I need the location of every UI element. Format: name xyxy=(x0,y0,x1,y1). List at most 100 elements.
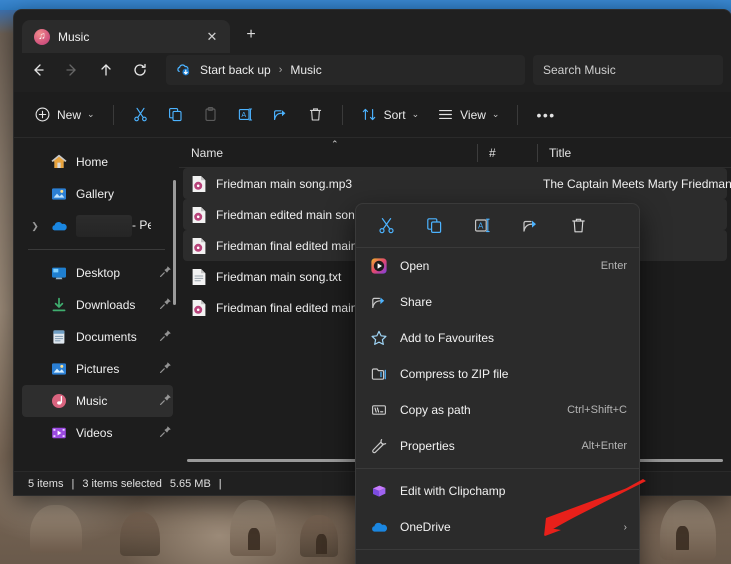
sidebar-scrollbar[interactable] xyxy=(173,180,176,305)
pin-icon[interactable] xyxy=(159,329,173,345)
new-button[interactable]: New ⌄ xyxy=(26,99,103,131)
chevron-right-icon: › xyxy=(624,522,627,533)
delete-button[interactable] xyxy=(299,99,332,131)
column-header-name[interactable]: Name xyxy=(179,138,477,168)
onedrive-backup-icon xyxy=(176,62,192,78)
rename-button[interactable]: A xyxy=(229,99,262,131)
sidebar-item-home[interactable]: Home xyxy=(22,146,173,178)
toolbar-divider xyxy=(113,105,114,125)
desktop-icon xyxy=(50,264,68,282)
chevron-right-icon[interactable]: ❯ xyxy=(28,221,42,232)
close-icon[interactable]: ✕ xyxy=(200,25,224,49)
view-button[interactable]: View ⌄ xyxy=(429,99,507,131)
status-divider: | xyxy=(71,478,74,490)
column-header-title[interactable]: Title xyxy=(537,138,731,168)
navigation-sidebar: Home Gallery ❯ xyxy=(14,138,179,471)
title-bar: ♫ Music ✕ + xyxy=(14,10,731,48)
column-header-number[interactable]: # xyxy=(477,138,537,168)
rename-icon[interactable]: A xyxy=(458,209,506,243)
horizontal-scrollbar-right[interactable] xyxy=(633,459,723,462)
music-note-icon: ♫ xyxy=(34,29,50,45)
sidebar-item-pictures[interactable]: Pictures xyxy=(22,353,173,385)
cut-button[interactable] xyxy=(124,99,157,131)
share-button[interactable] xyxy=(264,99,297,131)
redacted-account-name xyxy=(76,215,132,237)
sidebar-item-gallery[interactable]: Gallery xyxy=(22,178,173,210)
context-menu-label: Add to Favourites xyxy=(400,331,615,345)
clipchamp-icon xyxy=(370,482,388,500)
audio-file-icon xyxy=(191,175,207,193)
view-icon xyxy=(437,106,454,123)
breadcrumb-root[interactable]: Start back up xyxy=(200,63,271,77)
copy-path-icon xyxy=(370,401,388,419)
sidebar-item-onedrive[interactable]: ❯ - Pers xyxy=(22,210,173,242)
file-title: The Captain Meets Marty Friedman xyxy=(543,177,731,191)
forward-button[interactable] xyxy=(56,55,88,85)
sidebar-item-downloads[interactable]: Downloads xyxy=(22,289,173,321)
address-bar[interactable]: Start back up › Music xyxy=(166,55,525,85)
context-menu-item-copy-as-path[interactable]: Copy as path Ctrl+Shift+C xyxy=(356,392,639,428)
pin-icon[interactable] xyxy=(159,425,173,441)
wallpaper-cave-door xyxy=(676,526,689,550)
wrench-icon xyxy=(370,437,388,455)
context-menu-item-compress-to-zip[interactable]: Compress to ZIP file xyxy=(356,356,639,392)
toolbar-divider xyxy=(342,105,343,125)
selection-size: 5.65 MB xyxy=(170,478,211,490)
context-menu-item-edit-with-clipchamp[interactable]: Edit with Clipchamp xyxy=(356,473,639,509)
sort-button[interactable]: Sort ⌄ xyxy=(353,99,428,131)
sort-icon xyxy=(361,106,378,123)
wallpaper-rock xyxy=(120,512,160,556)
paste-button[interactable] xyxy=(194,99,227,131)
pin-icon[interactable] xyxy=(159,361,173,377)
breadcrumb-current[interactable]: Music xyxy=(290,63,321,77)
wallpaper-rock xyxy=(30,505,82,553)
file-name: Friedman final edited main s xyxy=(216,301,367,315)
tab-music[interactable]: ♫ Music ✕ xyxy=(22,20,230,53)
sidebar-item-documents[interactable]: Documents xyxy=(22,321,173,353)
share-icon[interactable] xyxy=(506,209,554,243)
share-icon xyxy=(370,293,388,311)
search-input[interactable]: Search Music xyxy=(533,55,723,85)
media-player-icon xyxy=(370,257,388,275)
context-menu-accelerator: Enter xyxy=(601,260,627,272)
sidebar-item-videos[interactable]: Videos xyxy=(22,417,173,449)
sidebar-item-desktop[interactable]: Desktop xyxy=(22,257,173,289)
table-row[interactable]: Friedman main song.mp3 The Captain Meets… xyxy=(183,168,727,199)
wallpaper-cave-door xyxy=(316,534,327,554)
sidebar-item-label: Home xyxy=(76,155,151,169)
context-menu-item-show-more-options[interactable]: Show more options xyxy=(356,554,639,564)
wallpaper-cave-door xyxy=(248,528,260,550)
context-menu-item-open[interactable]: Open Enter xyxy=(356,248,639,284)
new-button-label: New xyxy=(57,108,81,122)
svg-text:A: A xyxy=(241,110,246,119)
videos-icon xyxy=(50,424,68,442)
context-menu-item-onedrive[interactable]: OneDrive › xyxy=(356,509,639,545)
delete-icon[interactable] xyxy=(554,209,602,243)
plus-circle-icon xyxy=(34,106,51,123)
copy-icon[interactable] xyxy=(410,209,458,243)
refresh-button[interactable] xyxy=(124,55,156,85)
sidebar-item-label: Videos xyxy=(76,426,151,440)
new-tab-button[interactable]: + xyxy=(236,20,266,50)
more-options-button[interactable]: ••• xyxy=(528,99,563,131)
sidebar-item-music[interactable]: Music xyxy=(22,385,173,417)
sidebar-divider xyxy=(28,249,165,250)
pictures-icon xyxy=(50,360,68,378)
pin-icon[interactable] xyxy=(159,393,173,409)
context-menu-item-properties[interactable]: Properties Alt+Enter xyxy=(356,428,639,464)
copy-button[interactable] xyxy=(159,99,192,131)
context-menu-item-add-to-favourites[interactable]: Add to Favourites xyxy=(356,320,639,356)
context-menu: A xyxy=(355,203,640,564)
background-window-strip xyxy=(0,0,731,10)
context-menu-item-share[interactable]: Share xyxy=(356,284,639,320)
up-button[interactable] xyxy=(90,55,122,85)
toolbar-divider xyxy=(517,105,518,125)
pin-icon[interactable] xyxy=(159,265,173,281)
gallery-icon xyxy=(50,185,68,203)
search-placeholder: Search Music xyxy=(543,63,616,77)
pin-icon[interactable] xyxy=(159,297,173,313)
svg-text:A: A xyxy=(478,221,484,230)
cut-icon[interactable] xyxy=(362,209,410,243)
back-button[interactable] xyxy=(22,55,54,85)
selection-count: 3 items selected xyxy=(82,478,161,490)
